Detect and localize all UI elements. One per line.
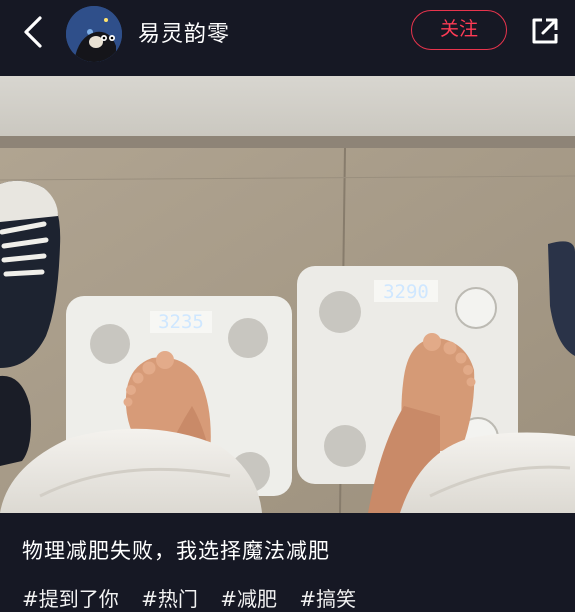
right-scale-reading: 3290 [383,281,429,303]
username[interactable]: 易灵韵零 [138,16,230,48]
hashtag-weight-loss[interactable]: #减肥 [220,587,277,611]
hashtag-hot[interactable]: #热门 [141,587,198,611]
photo-scene: 3235 3290 [0,76,575,513]
left-scale-reading: 3235 [158,311,204,333]
hashtag-funny[interactable]: #搞笑 [299,587,356,611]
hashtag-list: #提到了你 #热门 #减肥 #搞笑 [22,583,372,612]
share-external-icon [532,18,558,44]
chevron-left-icon [24,16,42,48]
back-button[interactable] [18,14,50,50]
follow-button[interactable]: 关注 [411,10,507,50]
cartoon-avatar-image [66,6,122,62]
post-photo[interactable]: 3235 3290 [0,76,575,513]
post-title: 物理减肥失败，我选择魔法减肥 [22,539,330,563]
avatar[interactable] [66,6,122,62]
caption-area: 物理减肥失败，我选择魔法减肥 #提到了你 #热门 #减肥 #搞笑 [0,513,575,612]
top-bar: 易灵韵零 关注 [0,0,575,76]
share-button[interactable] [528,14,562,48]
hashtag-mention[interactable]: #提到了你 [22,587,119,611]
